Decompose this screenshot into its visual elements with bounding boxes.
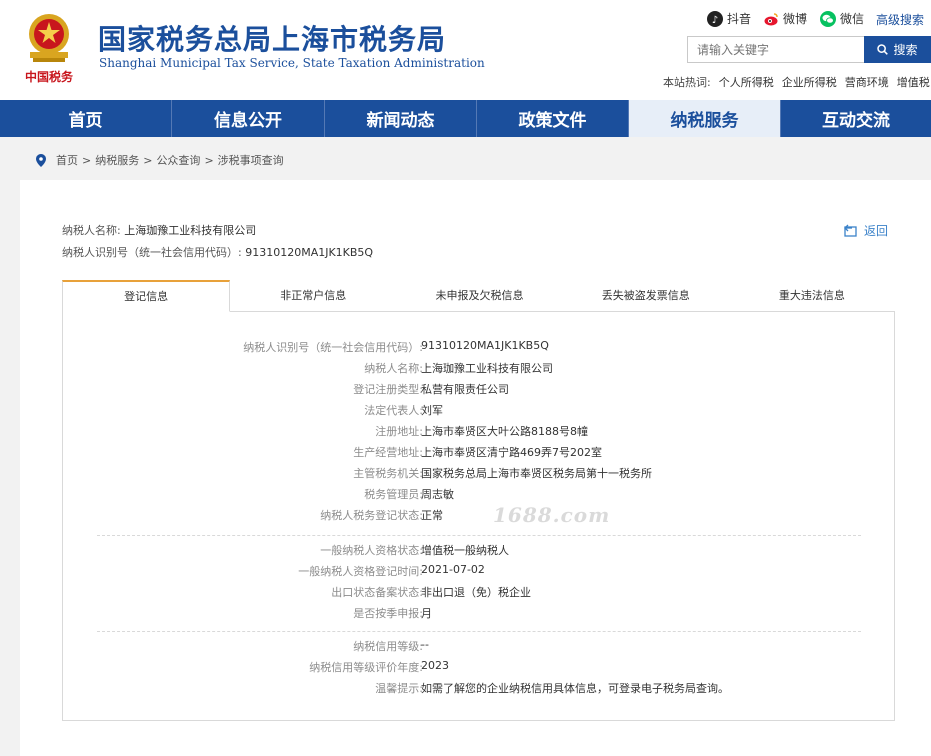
search-button[interactable]: 搜索 bbox=[864, 36, 931, 63]
detail-row: 纳税信用等级评价年度: 2023 bbox=[309, 659, 449, 674]
detail-row: 纳税人识别号（统一社会信用代码）: 91310120MA1JK1KB5Q bbox=[243, 339, 549, 354]
detail-row: 一般纳税人资格状态: 增值税一般纳税人 bbox=[320, 544, 509, 557]
detail-row: 主管税务机关: 国家税务总局上海市奉贤区税务局第十一税务所 bbox=[353, 467, 652, 480]
social-weibo[interactable]: 微博 bbox=[763, 10, 807, 27]
search-input[interactable] bbox=[688, 37, 864, 62]
nav-item-home[interactable]: 首页 bbox=[0, 100, 172, 137]
main-nav: 首页 信息公开 新闻动态 政策文件 纳税服务 互动交流 bbox=[0, 100, 931, 137]
social-tiktok-label: 抖音 bbox=[727, 12, 752, 26]
tax-emblem-logo[interactable]: 中国税务 bbox=[18, 8, 80, 88]
back-label: 返回 bbox=[864, 224, 889, 238]
hotwords-bar: 本站热词: 个人所得税 企业所得税 营商环境 增值税 bbox=[663, 74, 930, 90]
tab-unfiled-tax-arrears[interactable]: 未申报及欠税信息 bbox=[396, 280, 562, 311]
content-panel: 纳税人名称: 上海珈豫工业科技有限公司 纳税人识别号（统一社会信用代码）: 91… bbox=[20, 180, 931, 756]
breadcrumb-current: 涉税事项查询 bbox=[217, 154, 284, 167]
site-title[interactable]: 国家税务总局上海市税务局 bbox=[98, 18, 446, 58]
taxpayer-name-label: 纳税人名称: bbox=[62, 224, 121, 237]
hotword-link[interactable]: 增值税 bbox=[897, 74, 930, 90]
tab-lost-invoices[interactable]: 丢失被盗发票信息 bbox=[563, 280, 729, 311]
tiktok-icon: ♪ bbox=[707, 10, 723, 27]
site-header: 中国税务 国家税务总局上海市税务局 Shanghai Municipal Tax… bbox=[0, 0, 931, 100]
back-button[interactable]: 返回 bbox=[844, 222, 888, 239]
detail-row: 纳税信用等级: -- bbox=[353, 638, 429, 653]
taxpayer-name-line: 纳税人名称: 上海珈豫工业科技有限公司 bbox=[62, 222, 256, 238]
weibo-icon bbox=[763, 10, 779, 27]
detail-row: 法定代表人: 刘军 bbox=[364, 404, 443, 417]
svg-text:♪: ♪ bbox=[712, 15, 718, 26]
social-wechat[interactable]: 微信 bbox=[820, 10, 864, 27]
hotword-link[interactable]: 企业所得税 bbox=[782, 74, 837, 90]
registration-detail: 纳税人识别号（统一社会信用代码）: 91310120MA1JK1KB5Q 纳税人名… bbox=[62, 311, 895, 721]
location-pin-icon bbox=[36, 153, 46, 167]
info-tabs: 登记信息 非正常户信息 未申报及欠税信息 丢失被盗发票信息 重大违法信息 bbox=[62, 280, 895, 312]
breadcrumb: 首页 > 纳税服务 > 公众查询 > 涉税事项查询 bbox=[36, 152, 284, 168]
detail-row: 纳税人名称: 上海珈豫工业科技有限公司 bbox=[364, 362, 553, 375]
taxpayer-id-value: 91310120MA1JK1KB5Q bbox=[245, 246, 374, 259]
breadcrumb-public-query[interactable]: 公众查询 bbox=[156, 152, 200, 168]
hotword-link[interactable]: 个人所得税 bbox=[719, 74, 774, 90]
back-icon bbox=[844, 224, 857, 237]
nav-item-interaction[interactable]: 互动交流 bbox=[781, 100, 931, 137]
breadcrumb-tax-service[interactable]: 纳税服务 bbox=[95, 152, 139, 168]
tab-major-violations[interactable]: 重大违法信息 bbox=[729, 280, 895, 311]
breadcrumb-home[interactable]: 首页 bbox=[56, 152, 78, 168]
wechat-icon bbox=[820, 10, 836, 27]
social-weibo-label: 微博 bbox=[783, 12, 808, 26]
detail-row: 登记注册类型: 私营有限责任公司 bbox=[353, 383, 509, 396]
advanced-search-link[interactable]: 高级搜索 bbox=[876, 11, 924, 28]
search-button-label: 搜索 bbox=[893, 43, 918, 57]
taxpayer-name-value: 上海珈豫工业科技有限公司 bbox=[124, 224, 257, 237]
detail-row: 税务管理员: 周志敏 bbox=[364, 488, 454, 501]
nav-item-info-disclosure[interactable]: 信息公开 bbox=[172, 100, 325, 137]
section-divider bbox=[97, 631, 861, 632]
hotword-link[interactable]: 营商环境 bbox=[845, 74, 889, 90]
social-tiktok[interactable]: ♪ 抖音 bbox=[707, 10, 751, 27]
detail-row: 纳税人税务登记状态: 正常 bbox=[320, 509, 443, 522]
nav-item-tax-service[interactable]: 纳税服务 bbox=[629, 100, 781, 137]
site-subtitle: Shanghai Municipal Tax Service, State Ta… bbox=[99, 56, 485, 70]
tab-registration[interactable]: 登记信息 bbox=[62, 280, 231, 312]
search-icon bbox=[877, 44, 889, 55]
taxpayer-id-line: 纳税人识别号（统一社会信用代码）: 91310120MA1JK1KB5Q bbox=[62, 244, 373, 260]
detail-row: 注册地址: 上海市奉贤区大叶公路8188号8幢 bbox=[375, 425, 588, 438]
nav-item-news[interactable]: 新闻动态 bbox=[325, 100, 477, 137]
detail-row: 生产经营地址: 上海市奉贤区清宁路469弄7号202室 bbox=[353, 446, 602, 459]
detail-row: 是否按季申报: 月 bbox=[353, 607, 432, 620]
social-wechat-label: 微信 bbox=[840, 12, 865, 26]
detail-row: 温馨提示: 如需了解您的企业纳税信用具体信息，可登录电子税务局查询。 bbox=[375, 682, 729, 695]
nav-item-policy[interactable]: 政策文件 bbox=[477, 100, 629, 137]
detail-row: 一般纳税人资格登记时间: 2021-07-02 bbox=[298, 563, 485, 578]
emblem-caption: 中国税务 bbox=[25, 69, 74, 84]
taxpayer-id-label: 纳税人识别号（统一社会信用代码）: bbox=[62, 246, 242, 259]
search-box bbox=[687, 36, 865, 63]
section-divider bbox=[97, 535, 861, 536]
hotwords-label: 本站热词: bbox=[663, 76, 711, 89]
watermark: 1688.com bbox=[493, 503, 611, 527]
detail-row: 出口状态备案状态: 非出口退（免）税企业 bbox=[331, 586, 531, 599]
tab-abnormal-account[interactable]: 非正常户信息 bbox=[230, 280, 396, 311]
